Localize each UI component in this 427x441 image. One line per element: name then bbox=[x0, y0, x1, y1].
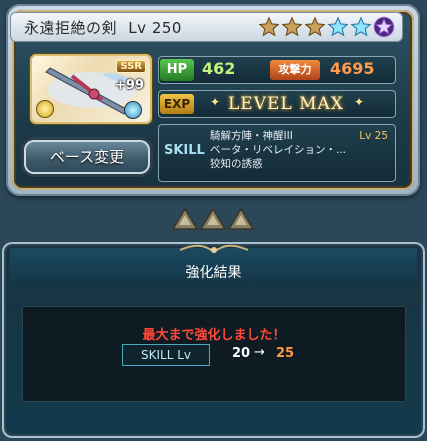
rarity-badge: SSR bbox=[116, 60, 146, 73]
plus-badge: +99 bbox=[115, 78, 144, 93]
weapon-level: 250 bbox=[151, 19, 182, 37]
triangle-icon bbox=[228, 208, 254, 230]
light-element-icon bbox=[36, 100, 54, 118]
weapon-portrait[interactable]: SSR +99 bbox=[32, 56, 150, 122]
weapon-title-bar: 永遠拒絶の剣 Lv 250 bbox=[10, 12, 403, 42]
gold-star-icon bbox=[281, 16, 303, 38]
sparkle-icon: ✦ bbox=[210, 95, 221, 109]
special-star-icon bbox=[373, 16, 395, 38]
skills-box: SKILL 騎解方陣・神醒III Lv 25 ベータ・リベレイション・... 狡… bbox=[158, 124, 396, 182]
exp-row: EXP ✦ LEVEL MAX ✦ bbox=[158, 90, 396, 118]
gold-star-icon bbox=[304, 16, 326, 38]
blue-star-icon bbox=[327, 16, 349, 38]
hp-label: HP bbox=[160, 59, 194, 81]
skill-level: Lv 25 bbox=[359, 130, 388, 142]
weapon-type-icon bbox=[124, 101, 142, 119]
skill-line: 騎解方陣・神醒III Lv 25 bbox=[210, 129, 390, 143]
skill-level-tag: SKILL Lv bbox=[122, 344, 210, 366]
skill-name: 狡知の誘惑 bbox=[210, 158, 263, 170]
arrow-right-icon: → bbox=[254, 345, 265, 360]
hp-value: 462 bbox=[202, 59, 236, 78]
attack-value: 4695 bbox=[330, 59, 375, 78]
result-message: 最大まで強化しました！ bbox=[142, 328, 286, 343]
blue-star-icon bbox=[350, 16, 372, 38]
skill-line: 狡知の誘惑 bbox=[210, 157, 390, 171]
level-max-text: LEVEL MAX bbox=[228, 94, 344, 114]
uncap-stars bbox=[258, 16, 395, 38]
skill-list: 騎解方陣・神醒III Lv 25 ベータ・リベレイション・... 狡知の誘惑 bbox=[210, 129, 390, 171]
skill-name: 騎解方陣・神醒III bbox=[210, 130, 293, 142]
triangle-ornaments bbox=[172, 208, 254, 230]
stats-row: HP 462 攻撃力 4695 bbox=[158, 56, 396, 84]
skill-name: ベータ・リベレイション・... bbox=[210, 144, 347, 156]
header-ornament-icon bbox=[180, 244, 248, 254]
weapon-name: 永遠拒絶の剣 bbox=[24, 19, 118, 37]
triangle-icon bbox=[172, 208, 198, 230]
weapon-name-line: 永遠拒絶の剣 Lv 250 bbox=[24, 17, 182, 38]
level-to: 25 bbox=[276, 346, 295, 361]
exp-label: EXP bbox=[160, 94, 194, 114]
skill-line: ベータ・リベレイション・... bbox=[210, 143, 390, 157]
result-title: 強化結果 bbox=[185, 265, 242, 281]
weapon-level-label: Lv bbox=[128, 19, 147, 37]
triangle-icon bbox=[200, 208, 226, 230]
change-base-button[interactable]: ベース変更 bbox=[24, 140, 150, 174]
attack-label: 攻撃力 bbox=[270, 60, 320, 80]
result-body: 最大まで強化しました！ SKILL Lv 20 → 25 bbox=[22, 306, 406, 402]
gold-star-icon bbox=[258, 16, 280, 38]
skill-label: SKILL bbox=[164, 143, 205, 158]
sparkle-icon: ✦ bbox=[354, 95, 365, 109]
level-from: 20 bbox=[232, 346, 251, 361]
